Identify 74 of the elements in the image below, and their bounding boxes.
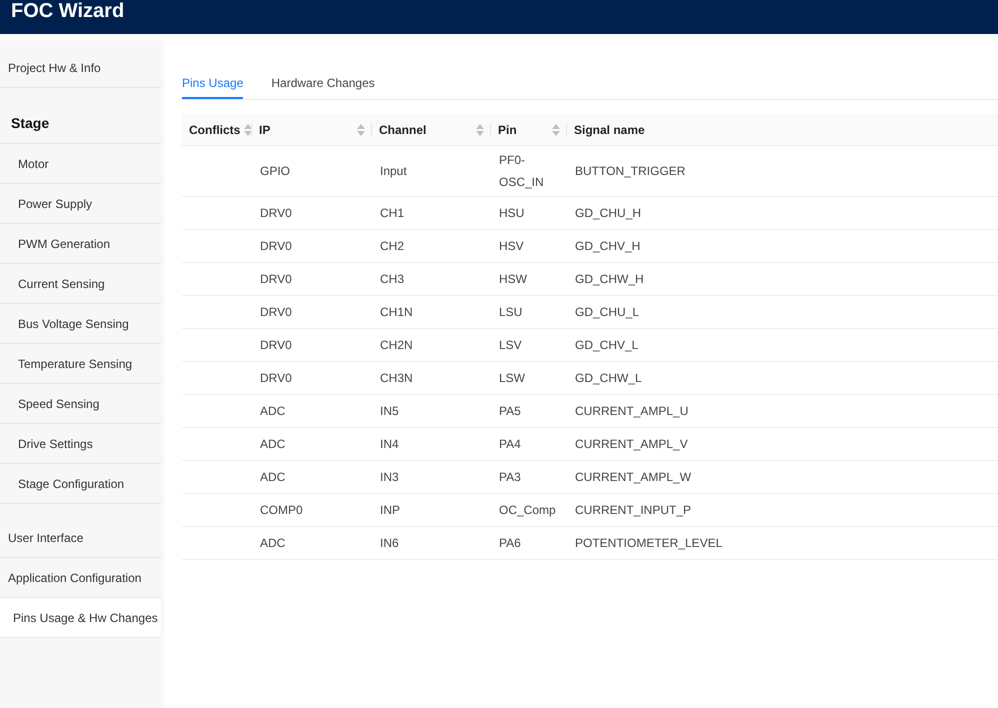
- table-cell: HSW: [499, 272, 527, 286]
- tab[interactable]: Pins Usage: [182, 65, 244, 99]
- sort-icon[interactable]: [244, 124, 252, 136]
- table-cell: PA4: [499, 437, 521, 451]
- column-header: IP: [259, 122, 272, 138]
- table-cell: DRV0: [260, 206, 292, 220]
- table-cell: CH3: [380, 272, 404, 286]
- table-cell: COMP0: [260, 503, 303, 517]
- table-cell: CH2N: [380, 338, 413, 352]
- column-header: Pin: [498, 122, 518, 138]
- table-cell: GD_CHU_L: [575, 305, 640, 319]
- table-cell: HSU: [499, 206, 524, 220]
- column-header: Signal name: [574, 122, 646, 138]
- sidebar-item[interactable]: Motor: [0, 144, 161, 184]
- sidebar-item[interactable]: Application Configuration: [0, 558, 161, 598]
- table-cell: DRV0: [260, 305, 292, 319]
- column-header: Conflicts: [189, 122, 240, 138]
- table-cell: BUTTON_TRIGGER: [575, 164, 686, 178]
- table-cell: DRV0: [260, 371, 292, 385]
- sidebar-item[interactable]: Power Supply: [0, 184, 161, 224]
- table-cell: IN4: [380, 437, 399, 451]
- table-cell: GD_CHW_H: [575, 272, 644, 286]
- table-cell: PF0-OSC_IN: [499, 153, 544, 189]
- sidebar-item[interactable]: Temperature Sensing: [0, 344, 161, 384]
- table-cell: CH1: [380, 206, 404, 220]
- sidebar-item[interactable]: Pins Usage & Hw Changes: [0, 598, 161, 638]
- section-heading: Stage: [10, 114, 50, 133]
- table-cell: Input: [380, 164, 407, 178]
- table-cell: LSU: [499, 305, 522, 319]
- app-title: FOC Wizard: [11, 0, 124, 22]
- column-header: Channel: [379, 122, 428, 138]
- table-cell: CH1N: [380, 305, 413, 319]
- table-cell: CURRENT_AMPL_V: [575, 437, 688, 451]
- table-cell: GD_CHU_H: [575, 206, 642, 220]
- table-cell: GD_CHV_H: [575, 239, 640, 253]
- table-cell: DRV0: [260, 338, 292, 352]
- table-cell: CURRENT_INPUT_P: [575, 503, 692, 517]
- table-cell: POTENTIOMETER_LEVEL: [575, 536, 722, 550]
- table-cell: PA6: [499, 536, 521, 550]
- sidebar-item[interactable]: PWM Generation: [0, 224, 161, 264]
- table-cell: GPIO: [260, 164, 290, 178]
- sidebar-item[interactable]: Bus Voltage Sensing: [0, 304, 161, 344]
- table-cell: CURRENT_AMPL_W: [575, 470, 692, 484]
- table-cell: CH2: [380, 239, 404, 253]
- table-cell: ADC: [260, 470, 286, 484]
- table-cell: DRV0: [260, 272, 292, 286]
- sidebar-item[interactable]: Drive Settings: [0, 424, 161, 464]
- table-cell: ADC: [260, 404, 286, 418]
- table-cell: OC_Comp: [499, 503, 556, 517]
- table-cell: PA3: [499, 470, 521, 484]
- table-cell: LSV: [499, 338, 522, 352]
- table-cell: ADC: [260, 536, 286, 550]
- sidebar-item[interactable]: Speed Sensing: [0, 384, 161, 424]
- table-cell: GD_CHV_L: [575, 338, 638, 352]
- table-cell: ADC: [260, 437, 286, 451]
- sidebar-item[interactable]: Project Hw & Info: [0, 48, 161, 88]
- sidebar-item[interactable]: Stage Configuration: [0, 464, 161, 504]
- sidebar-item[interactable]: Current Sensing: [0, 264, 161, 304]
- table-cell: IN5: [380, 404, 399, 418]
- table-cell: CH3N: [380, 371, 413, 385]
- table-cell: PA5: [499, 404, 521, 418]
- table-cell: LSW: [499, 371, 526, 385]
- sort-icon[interactable]: [552, 124, 560, 136]
- sidebar-item[interactable]: User Interface: [0, 518, 161, 558]
- sort-icon[interactable]: [357, 124, 365, 136]
- table-cell: HSV: [499, 239, 524, 253]
- table-cell: INP: [380, 503, 400, 517]
- table-cell: DRV0: [260, 239, 292, 253]
- table-cell: IN6: [380, 536, 399, 550]
- table-cell: IN3: [380, 470, 399, 484]
- table-cell: CURRENT_AMPL_U: [575, 404, 688, 418]
- tab[interactable]: Hardware Changes: [271, 65, 375, 99]
- table-cell: GD_CHW_L: [575, 371, 642, 385]
- sort-icon[interactable]: [476, 124, 484, 136]
